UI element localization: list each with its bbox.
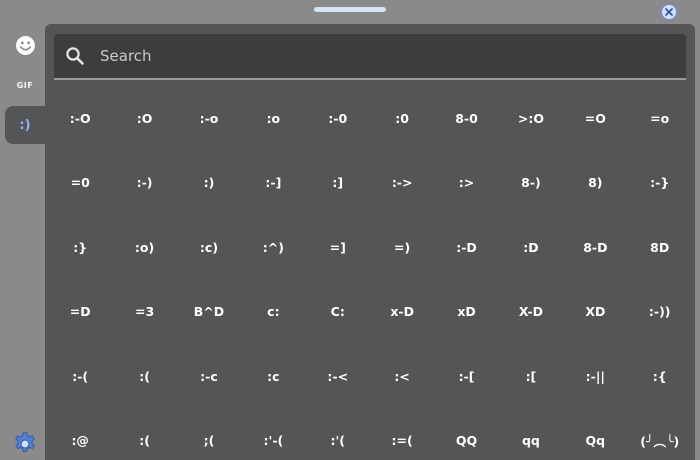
search-input[interactable] <box>92 34 672 78</box>
kaomoji-item[interactable]: c: <box>241 280 305 345</box>
gif-label: GIF <box>16 80 34 90</box>
kaomoji-item[interactable]: X-D <box>499 280 563 345</box>
kaomoji-item[interactable]: =O <box>563 86 627 151</box>
kaomoji-item[interactable]: =o <box>628 86 692 151</box>
kaomoji-label: :) <box>19 117 31 133</box>
kaomoji-item[interactable]: :c <box>241 344 305 409</box>
kaomoji-item[interactable]: :'-( <box>241 409 305 460</box>
kaomoji-item[interactable]: :> <box>434 151 498 216</box>
kaomoji-item[interactable]: :( <box>112 409 176 460</box>
gear-icon <box>15 432 35 453</box>
close-icon <box>665 8 673 16</box>
sidebar: GIF :) <box>0 24 45 460</box>
kaomoji-item[interactable]: :O <box>112 86 176 151</box>
kaomoji-item[interactable]: >:O <box>499 86 563 151</box>
settings-button[interactable] <box>11 430 39 458</box>
kaomoji-item[interactable]: :o <box>241 86 305 151</box>
kaomoji-grid: :-O:O:-o:o:-0:0 8-0 >:O =O =o =0:-):):-]:]:->… <box>48 86 692 460</box>
kaomoji-item[interactable]: :-0 <box>306 86 370 151</box>
kaomoji-item[interactable]: :-( <box>48 344 112 409</box>
kaomoji-item[interactable]: =] <box>306 215 370 280</box>
kaomoji-item[interactable]: ;( <box>177 409 241 460</box>
kaomoji-item[interactable]: qq <box>499 409 563 460</box>
kaomoji-item[interactable]: :( <box>112 344 176 409</box>
kaomoji-item[interactable]: 8D <box>628 215 692 280</box>
kaomoji-item[interactable]: :-< <box>306 344 370 409</box>
kaomoji-item[interactable]: C: <box>306 280 370 345</box>
kaomoji-item[interactable]: :) <box>177 151 241 216</box>
kaomoji-item[interactable]: 8-) <box>499 151 563 216</box>
kaomoji-item[interactable]: QQ <box>434 409 498 460</box>
close-button[interactable] <box>661 4 677 20</box>
kaomoji-item[interactable]: 8) <box>563 151 627 216</box>
sidebar-item-gif[interactable]: GIF <box>5 66 45 104</box>
kaomoji-item[interactable]: Qq <box>563 409 627 460</box>
kaomoji-item[interactable]: :-[ <box>434 344 498 409</box>
kaomoji-item[interactable]: :-] <box>241 151 305 216</box>
kaomoji-item[interactable]: :D <box>499 215 563 280</box>
kaomoji-item[interactable]: 8-0 <box>434 86 498 151</box>
kaomoji-item[interactable]: B^D <box>177 280 241 345</box>
kaomoji-item[interactable]: :-> <box>370 151 434 216</box>
kaomoji-item[interactable]: :} <box>48 215 112 280</box>
search-icon <box>66 47 84 65</box>
kaomoji-item[interactable]: :{ <box>628 344 692 409</box>
sidebar-item-emoji[interactable] <box>5 26 45 64</box>
kaomoji-item[interactable]: 8-D <box>563 215 627 280</box>
kaomoji-item[interactable]: :-O <box>48 86 112 151</box>
kaomoji-item[interactable]: xD <box>434 280 498 345</box>
kaomoji-item[interactable]: :-c <box>177 344 241 409</box>
kaomoji-item[interactable]: =0 <box>48 151 112 216</box>
kaomoji-panel: :-O:O:-o:o:-0:08-0>:O=O=o =0:-):):-]:]:->… <box>45 24 695 460</box>
kaomoji-item[interactable]: :-D <box>434 215 498 280</box>
kaomoji-item[interactable]: :-) <box>112 151 176 216</box>
kaomoji-item[interactable]: :@ <box>48 409 112 460</box>
kaomoji-item[interactable]: =3 <box>112 280 176 345</box>
kaomoji-item[interactable]: :[ <box>499 344 563 409</box>
kaomoji-item[interactable]: :-o <box>177 86 241 151</box>
kaomoji-item[interactable]: (╯︵╰) <box>628 409 692 460</box>
sidebar-item-kaomoji[interactable]: :) <box>5 106 45 144</box>
smiley-icon <box>15 35 35 55</box>
kaomoji-item[interactable]: :0 <box>370 86 434 151</box>
kaomoji-item[interactable]: :c) <box>177 215 241 280</box>
kaomoji-item[interactable]: :-)) <box>628 280 692 345</box>
kaomoji-item[interactable]: :=( <box>370 409 434 460</box>
kaomoji-item[interactable]: XD <box>563 280 627 345</box>
kaomoji-item[interactable]: :-|| <box>563 344 627 409</box>
kaomoji-item[interactable]: :< <box>370 344 434 409</box>
kaomoji-item[interactable]: :^) <box>241 215 305 280</box>
kaomoji-item[interactable]: :'( <box>306 409 370 460</box>
kaomoji-item[interactable]: :o) <box>112 215 176 280</box>
drag-handle[interactable] <box>314 7 386 12</box>
search-bar <box>54 34 686 80</box>
kaomoji-item[interactable]: =D <box>48 280 112 345</box>
kaomoji-item[interactable]: x-D <box>370 280 434 345</box>
kaomoji-item[interactable]: =) <box>370 215 434 280</box>
kaomoji-item[interactable]: :-} <box>628 151 692 216</box>
kaomoji-item[interactable]: :] <box>306 151 370 216</box>
